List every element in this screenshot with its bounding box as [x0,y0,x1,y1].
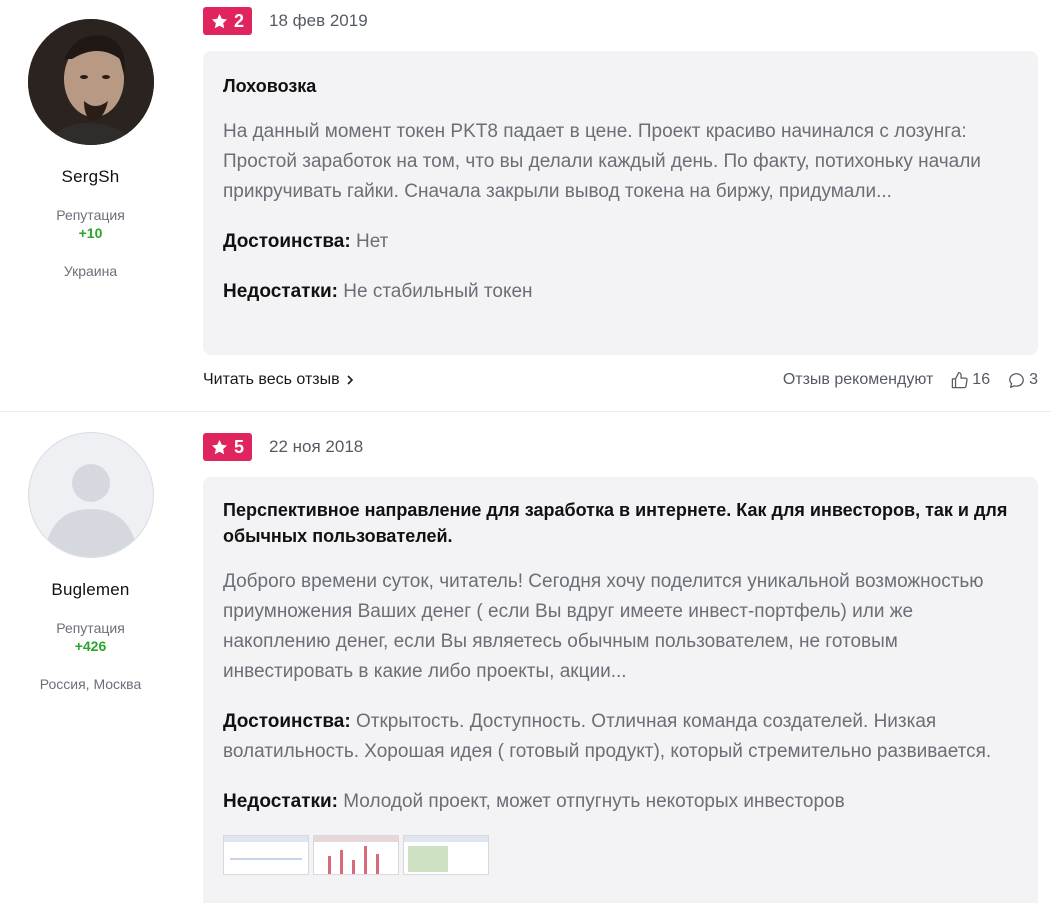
user-photo-avatar-icon [27,19,154,145]
rating-row: 2 18 фев 2019 [203,7,368,35]
review-text: На данный момент токен PKT8 падает в цен… [223,121,981,202]
read-more-label: Читать весь отзыв [203,371,340,388]
star-icon [211,439,228,454]
review-item: SergSh Репутация +10 Украина 2 18 фев 20… [0,0,1051,411]
reputation-value: +426 [74,638,107,654]
reputation-value: +10 [78,225,103,241]
review-title[interactable]: Лоховозка [223,73,1018,99]
cons-label: Недостатки: [223,281,338,302]
rating-value: 2 [234,10,245,31]
like-button[interactable]: 16 [950,371,990,390]
star-icon [211,13,228,28]
rating-value: 5 [234,436,245,457]
review-card: Перспективное направление для заработка … [203,477,1038,903]
comment-icon [1009,372,1024,388]
pros-label: Достоинства: [223,231,351,252]
pros-text: Нет [355,231,389,252]
cons-label: Недостатки: [223,791,338,812]
author-country: Украина [63,263,118,279]
author-avatar[interactable] [27,19,154,145]
review-card: Лоховозка На данный момент токен PKT8 па… [203,51,1038,355]
cons-text: Молодой проект, может отпугнуть некоторы… [343,791,845,812]
review-date: 22 ноя 2018 [269,437,364,456]
chevron-right-icon [347,375,353,385]
rating-badge: 5 [203,433,253,461]
pros-label: Достоинства: [223,711,351,732]
cons-text: Не стабильный токен [343,281,533,302]
read-more-link[interactable]: Читать весь отзыв [203,371,354,389]
review-cons: Недостатки: Не стабильный токен [223,277,1018,307]
reputation-label: Репутация [56,620,125,636]
review-item: Buglemen Репутация +426 Россия, Москва 5… [0,411,1051,903]
review-image-thumbnail[interactable] [223,835,309,875]
review-images [223,835,1018,875]
comments-button[interactable]: 3 [1007,371,1038,390]
author-name[interactable]: Buglemen [0,580,181,600]
thumbs-up-icon [952,371,968,388]
review-pros: Достоинства: Открытость. Доступность. От… [223,707,1018,767]
review-author: Buglemen Репутация +426 Россия, Москва [0,432,181,692]
review-author: SergSh Репутация +10 Украина [0,19,181,279]
comments-count: 3 [1029,371,1038,388]
rating-badge: 2 [203,7,253,35]
review-footer: Читать весь отзыв Отзыв рекомендуют 16 3 [203,369,1038,391]
author-name[interactable]: SergSh [0,167,181,187]
review-date: 18 фев 2019 [269,11,368,30]
author-country: Россия, Москва [39,676,142,692]
review-text: Доброго времени суток, читатель! Сегодня… [223,571,984,682]
default-avatar-icon [46,464,135,557]
author-avatar[interactable] [27,432,154,558]
review-image-thumbnail[interactable] [403,835,489,875]
review-meta: Отзыв рекомендуют 16 3 [783,371,1038,390]
rating-row: 5 22 ноя 2018 [203,433,363,461]
review-title[interactable]: Перспективное направление для заработка … [223,497,1018,549]
review-image-thumbnail[interactable] [313,835,399,875]
reputation-label: Репутация [56,207,125,223]
recommend-label: Отзыв рекомендуют [782,371,934,388]
review-cons: Недостатки: Молодой проект, может отпугн… [223,787,1018,817]
likes-count: 16 [972,371,991,388]
review-pros: Достоинства: Нет [223,227,1018,257]
